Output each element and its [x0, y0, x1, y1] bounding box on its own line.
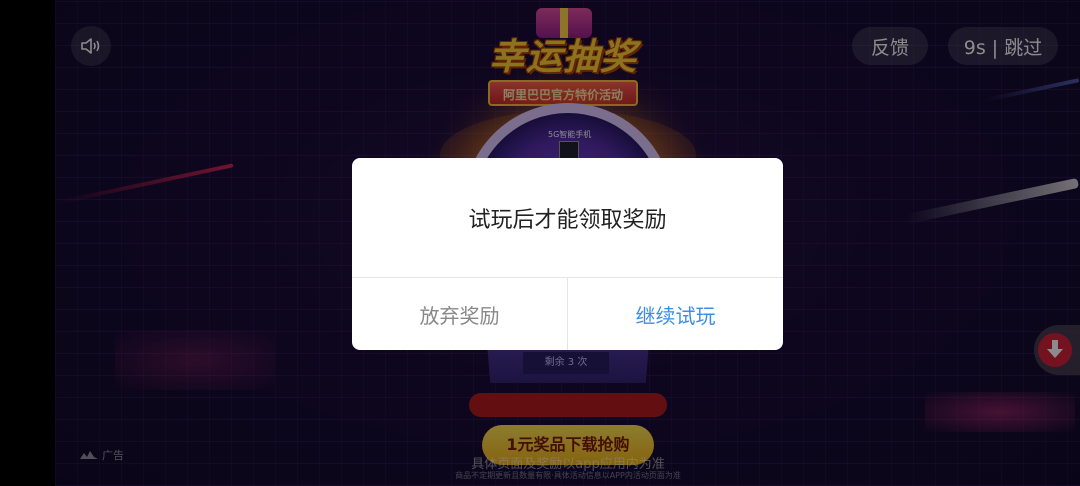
dialog-message: 试玩后才能领取奖励 — [468, 207, 667, 233]
continue-trial-button[interactable]: 继续试玩 — [568, 278, 783, 350]
screen: 幸运抽奖 阿里巴巴官方特价活动 5G智能手机 剩余 3 次 1元奖品下载抢购 具… — [0, 0, 1080, 486]
reward-dialog: 试玩后才能领取奖励 放弃奖励 继续试玩 — [352, 158, 783, 350]
give-up-reward-button[interactable]: 放弃奖励 — [352, 278, 567, 350]
